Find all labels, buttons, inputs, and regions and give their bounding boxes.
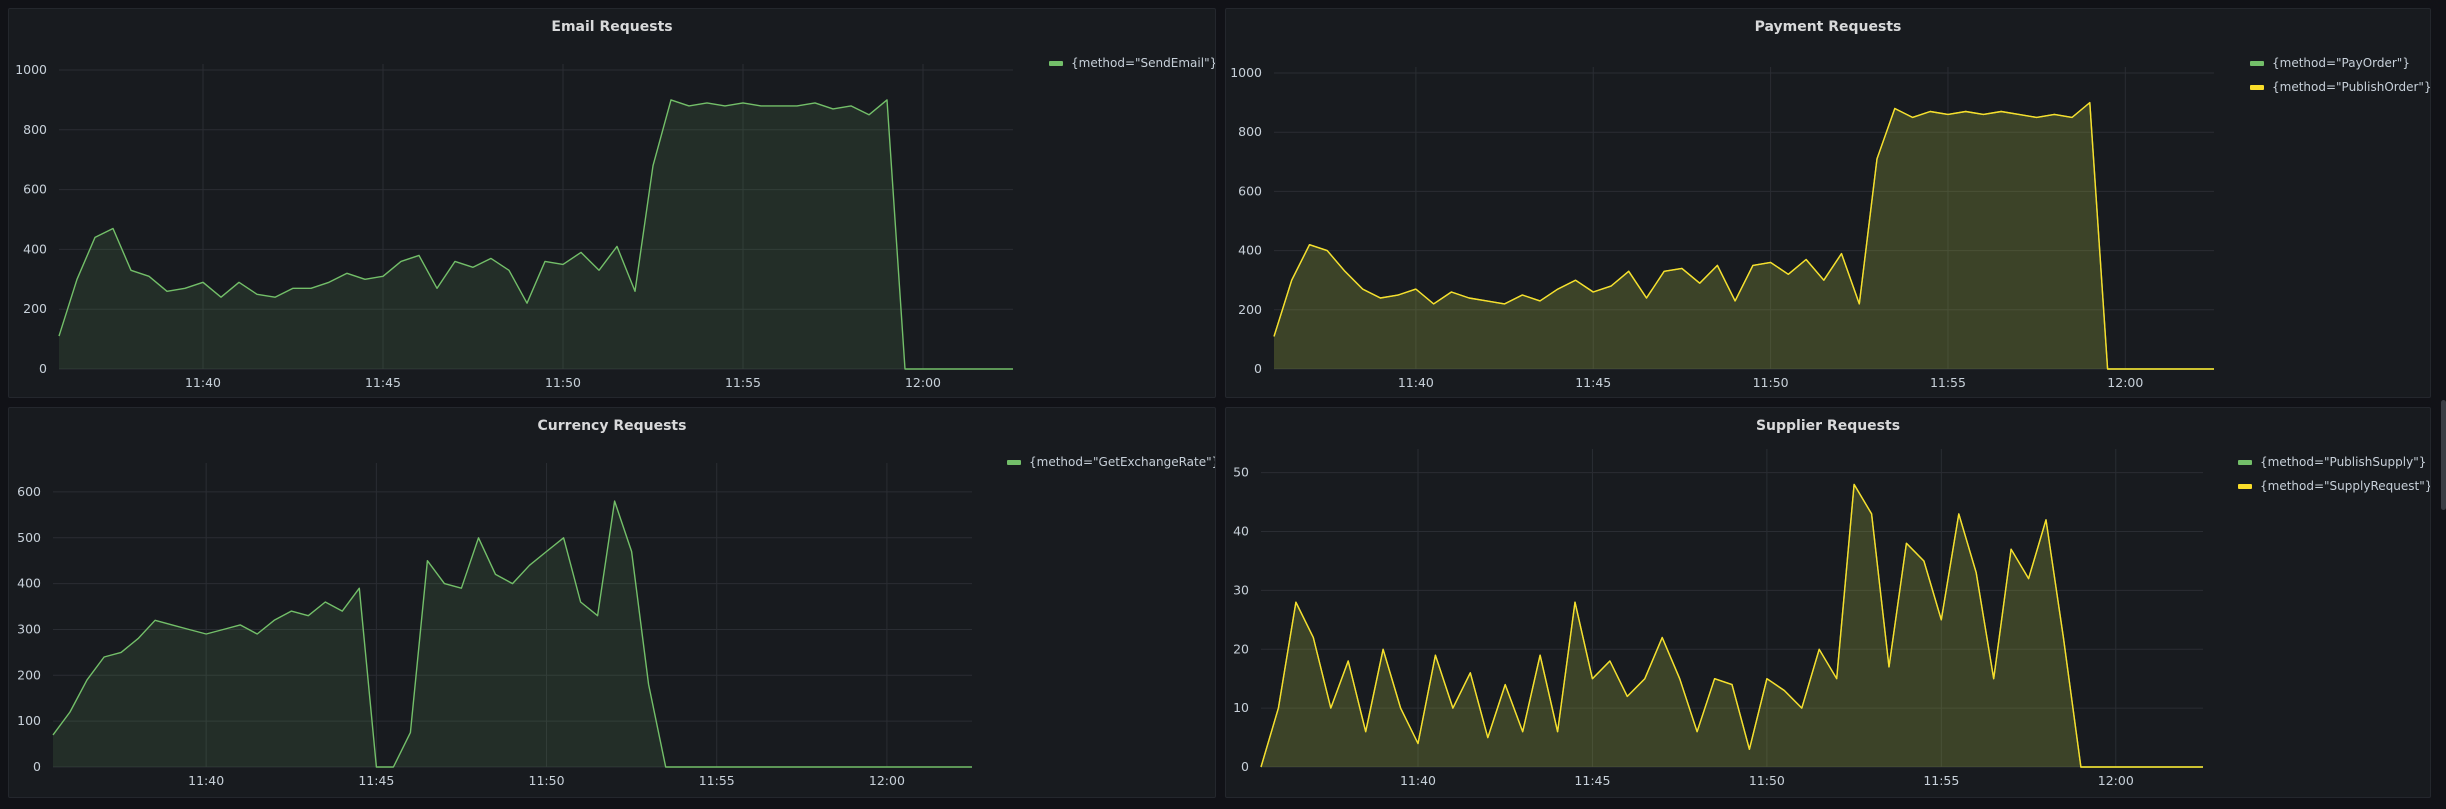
x-tick-label: 12:00 [2098, 773, 2134, 788]
legend-swatch[interactable] [2238, 484, 2252, 489]
x-tick-label: 12:00 [869, 773, 905, 788]
email-requests-panel: Email Requests 0 200 400 600 800 1000 11:40 11:… [8, 8, 1216, 398]
legend-swatch[interactable] [2250, 61, 2264, 66]
supplier-requests-chart: 0 10 20 30 40 50 11:40 11:45 11:50 11:55 12:00 {met… [1233, 449, 2431, 788]
series-area [59, 99, 1013, 370]
x-tick-label: 11:40 [1398, 375, 1434, 390]
x-tick-label: 12:00 [905, 375, 941, 390]
x-tick-label: 11:50 [1753, 375, 1789, 390]
legend-swatch[interactable] [1007, 460, 1021, 465]
y-tick-label: 400 [17, 576, 41, 591]
x-tick-label: 11:45 [365, 375, 401, 390]
legend-label[interactable]: {method="PublishOrder"} [2272, 80, 2431, 94]
y-tick-label: 800 [23, 122, 47, 137]
y-tick-label: 400 [1238, 243, 1262, 258]
x-tick-label: 11:50 [545, 375, 581, 390]
y-tick-label: 0 [39, 361, 47, 376]
x-tick-label: 11:45 [1575, 375, 1611, 390]
currency-requests-chart: 0 100 200 300 400 500 600 11:40 11:45 11:50 11:55 1… [17, 455, 1216, 788]
x-tick-label: 12:00 [2107, 375, 2143, 390]
x-tick-label: 11:40 [1400, 773, 1436, 788]
payment-requests-chart: 0 200 400 600 800 1000 11:40 11:45 11:50 11:55 12:… [1230, 56, 2431, 390]
y-tick-label: 600 [1238, 183, 1262, 198]
series-area [1274, 102, 2214, 369]
y-tick-label: 0 [1241, 759, 1249, 774]
x-tick-label: 11:50 [529, 773, 565, 788]
x-tick-label: 11:40 [188, 773, 224, 788]
legend-label[interactable]: {method="PublishSupply"} [2260, 455, 2426, 469]
legend-swatch[interactable] [1049, 61, 1063, 66]
y-tick-label: 20 [1233, 641, 1249, 656]
legend-label[interactable]: {method="SendEmail"} [1071, 56, 1216, 70]
y-tick-label: 400 [23, 241, 47, 256]
y-tick-label: 40 [1233, 524, 1249, 539]
y-tick-label: 0 [33, 759, 41, 774]
x-tick-label: 11:55 [1923, 773, 1959, 788]
x-tick-label: 11:55 [1930, 375, 1966, 390]
y-tick-label: 200 [17, 667, 41, 682]
legend-label[interactable]: {method="PayOrder"} [2272, 56, 2410, 70]
y-tick-label: 800 [1238, 124, 1262, 139]
y-tick-label: 10 [1233, 700, 1249, 715]
y-tick-label: 1000 [15, 62, 47, 77]
y-tick-label: 50 [1233, 465, 1249, 480]
y-tick-label: 100 [17, 713, 41, 728]
legend-swatch[interactable] [2238, 460, 2252, 465]
y-tick-label: 0 [1254, 361, 1262, 376]
currency-requests-panel: Currency Requests 0 100 200 300 400 500 600 11:… [8, 407, 1216, 798]
x-tick-label: 11:45 [1574, 773, 1610, 788]
legend-swatch[interactable] [2250, 85, 2264, 90]
y-tick-label: 30 [1233, 582, 1249, 597]
x-tick-label: 11:55 [699, 773, 735, 788]
page-scrollbar[interactable] [2441, 400, 2446, 510]
payment-requests-panel: Payment Requests 0 200 400 600 800 1000 11:40 1… [1225, 8, 2431, 398]
x-tick-label: 11:40 [185, 375, 221, 390]
y-tick-label: 1000 [1230, 65, 1262, 80]
supplier-requests-panel: Supplier Requests 0 10 20 30 40 50 11:40 11:45 1… [1225, 407, 2431, 798]
y-tick-label: 200 [23, 301, 47, 316]
email-requests-chart: 0 200 400 600 800 1000 11:40 11:45 11:50 11:55 12:… [15, 56, 1216, 390]
y-tick-label: 200 [1238, 302, 1262, 317]
y-tick-label: 600 [23, 182, 47, 197]
y-tick-label: 300 [17, 621, 41, 636]
x-tick-label: 11:50 [1749, 773, 1785, 788]
x-tick-label: 11:55 [725, 375, 761, 390]
x-tick-label: 11:45 [358, 773, 394, 788]
y-tick-label: 500 [17, 530, 41, 545]
legend-label[interactable]: {method="SupplyRequest"} [2260, 479, 2431, 493]
series-area [53, 501, 972, 767]
legend-label[interactable]: {method="GetExchangeRate"} [1029, 455, 1216, 469]
y-tick-label: 600 [17, 484, 41, 499]
